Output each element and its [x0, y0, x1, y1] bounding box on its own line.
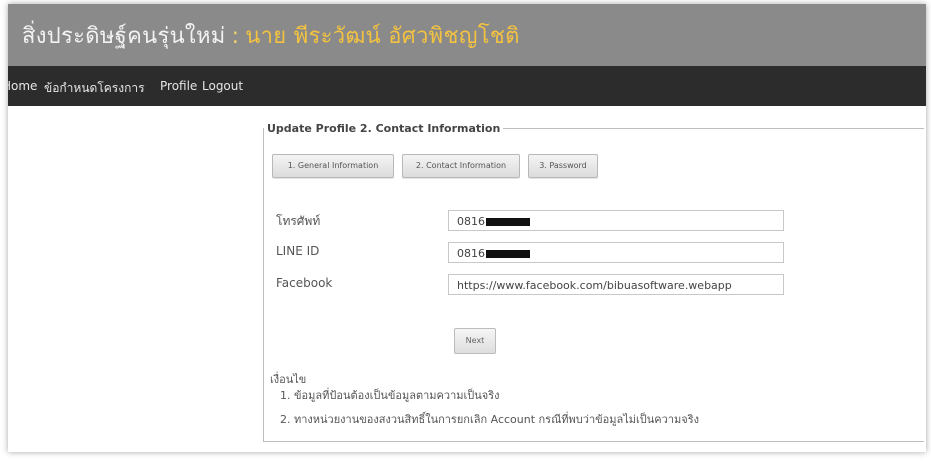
phone-value: 0816: [457, 215, 485, 228]
facebook-value: https://www.facebook.com/bibuasoftware.w…: [457, 279, 732, 292]
next-button[interactable]: Next: [454, 328, 496, 354]
app-window: สิ่งประดิษฐ์คนรุ่นใหม่: นาย พีระวัฒน์ อัศ…: [8, 4, 926, 452]
site-header: สิ่งประดิษฐ์คนรุ่นใหม่: นาย พีระวัฒน์ อัศ…: [8, 4, 926, 66]
note-item-2: 2. ทางหน่วยงานของสงวนสิทธิ์ในการยกเลิก A…: [280, 413, 699, 426]
phone-label: โทรศัพท์: [276, 214, 321, 228]
tab-contact-information[interactable]: 2. Contact Information: [402, 154, 520, 178]
line-id-label: LINE ID: [276, 244, 320, 258]
site-title: สิ่งประดิษฐ์คนรุ่นใหม่: นาย พีระวัฒน์ อัศ…: [22, 18, 520, 53]
nav-profile-link[interactable]: Profile: [160, 79, 197, 93]
facebook-input[interactable]: https://www.facebook.com/bibuasoftware.w…: [448, 274, 784, 295]
user-name: นาย พีระวัฒน์ อัศวพิชญโชติ: [245, 24, 520, 49]
tab-general-information[interactable]: 1. General Information: [272, 154, 394, 178]
navbar: Home ข้อกำหนดโครงการ Profile Logout: [8, 66, 926, 106]
nav-terms-link[interactable]: ข้อกำหนดโครงการ: [44, 79, 145, 98]
title-separator: :: [231, 24, 240, 49]
nav-home-link[interactable]: Home: [8, 79, 37, 93]
phone-input[interactable]: 0816: [448, 210, 784, 231]
site-title-text: สิ่งประดิษฐ์คนรุ่นใหม่: [22, 24, 226, 49]
panel-legend: Update Profile 2. Contact Information: [267, 122, 501, 135]
facebook-label: Facebook: [276, 276, 333, 290]
redaction-bar: [486, 218, 530, 226]
line-id-value: 0816: [457, 247, 485, 260]
redaction-bar: [486, 250, 530, 258]
note-item-1: 1. ข้อมูลที่ป้อนต้องเป็นข้อมูลตามความเป็…: [280, 389, 500, 402]
tab-password[interactable]: 3. Password: [528, 154, 598, 178]
nav-logout-link[interactable]: Logout: [202, 79, 243, 93]
line-id-input[interactable]: 0816: [448, 242, 784, 263]
